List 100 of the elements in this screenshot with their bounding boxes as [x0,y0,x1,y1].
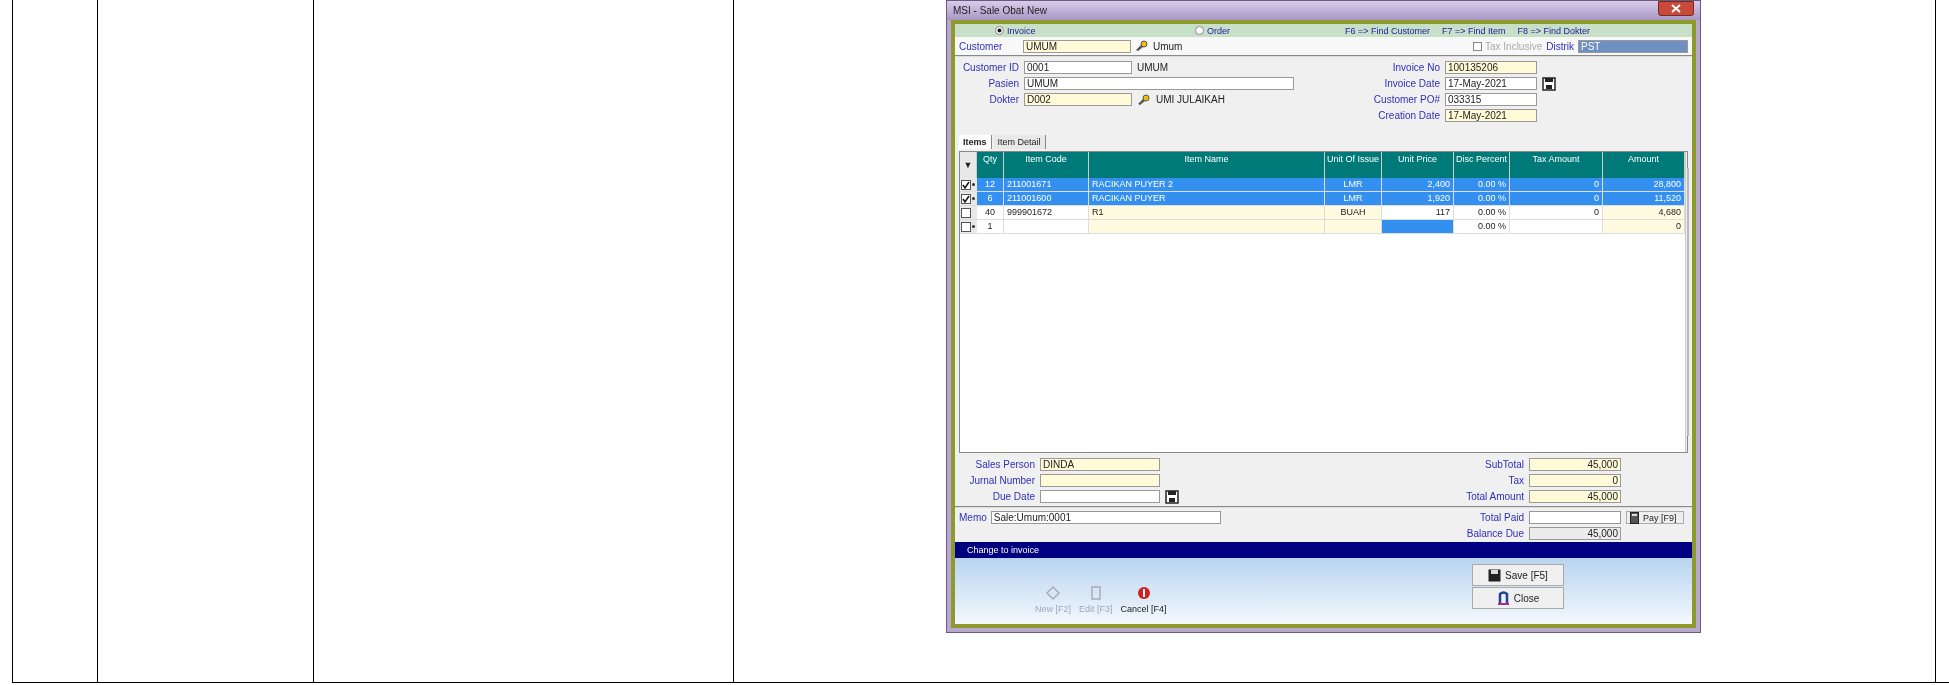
tab[interactable]: Item Detail [993,135,1046,149]
mode-radio[interactable]: Order [1195,25,1345,36]
table-cell: LMR [1325,192,1382,205]
field-label: SubTotal [1484,459,1524,470]
table-cell: RACIKAN PUYER [1089,192,1325,205]
row-header[interactable] [960,206,977,219]
row-marker-icon [972,183,975,186]
table-cell: 4,680 [1603,206,1685,219]
input-field[interactable]: 45,000 [1529,458,1621,471]
field-label: Jurnal Number [968,475,1035,486]
field-label: Customer PO# [1372,94,1440,105]
input-field[interactable]: 0001 [1024,61,1132,74]
input-field[interactable]: UMUM [1024,77,1294,90]
checkbox-icon [1472,41,1482,51]
table-cell: 28,800 [1603,178,1685,191]
pay-button[interactable]: Pay [F9] [1626,511,1684,524]
row-checkbox[interactable] [961,179,971,190]
field-label: Balance Due [1465,528,1524,539]
toolbar-button[interactable]: Cancel [F4] [1120,585,1167,614]
row-checkbox[interactable] [961,207,971,218]
row-marker-icon [972,197,975,200]
scroll-bar[interactable] [1685,152,1687,452]
column-header[interactable]: Item Code [1004,152,1089,178]
table-cell: 0.00 % [1454,192,1510,205]
table-cell: 0 [1510,178,1603,191]
field-label: Memo [959,512,987,523]
input-field[interactable]: 45,000 [1529,527,1621,540]
input-field[interactable]: 45,000 [1529,490,1621,503]
cancel-icon [1135,585,1152,601]
hotkey-hint: F8 => Find Dokter [1517,25,1591,36]
hotkey-hint: F7 => Find Item [1442,25,1506,36]
field-note: UMI JULAIKAH [1156,94,1225,105]
close-button[interactable] [1658,1,1694,16]
column-header[interactable]: Tax Amount [1510,152,1603,178]
row-checkbox[interactable] [961,221,971,232]
row-header[interactable] [960,192,977,205]
field-label: Invoice Date [1383,78,1440,89]
table-cell: 211001600 [1004,192,1089,205]
row-header[interactable] [960,178,977,191]
field-label: Dokter [988,94,1019,105]
input-field[interactable]: D002 [1024,93,1132,106]
close-icon [1671,4,1681,13]
table-cell: 0.00 % [1454,178,1510,191]
save-icon [1488,568,1502,582]
table-cell: 999901672 [1004,206,1089,219]
input-field[interactable]: 033315 [1445,93,1537,106]
table-cell: 211001671 [1004,178,1089,191]
table-cell: 2,400 [1382,178,1454,191]
field-label: Invoice No [1391,62,1440,73]
dialog-button[interactable]: Close [1472,587,1564,609]
input-field[interactable]: 0 [1529,474,1621,487]
door-icon [1496,591,1510,605]
radio-icon [1195,26,1204,35]
memo-field[interactable]: Sale:Umum:0001 [990,511,1221,524]
radio-icon [995,26,1004,35]
calendar-icon[interactable] [1165,489,1179,504]
table-cell: 0 [1510,192,1603,205]
mode-radio[interactable]: Invoice [995,25,1195,36]
table-cell: 1,920 [1382,192,1454,205]
field-label: Total Amount [1465,491,1524,502]
table-cell: RACIKAN PUYER 2 [1089,178,1325,191]
input-field[interactable] [1040,490,1160,503]
field-note: UMUM [1137,62,1169,73]
row-checkbox[interactable] [961,193,971,204]
column-header[interactable]: Amount [1603,152,1685,178]
customer-field[interactable]: UMUM [1023,39,1131,53]
column-header[interactable]: Item Name [1089,152,1325,178]
column-header[interactable]: Unit Of Issue [1325,152,1382,178]
dialog-button[interactable]: Save [F5] [1472,564,1564,586]
column-menu-button[interactable]: ▼ [960,152,977,178]
tab[interactable]: Items [959,135,992,149]
column-header[interactable]: Disc Percent [1454,152,1510,178]
field-label: Sales Person [974,459,1035,470]
status-text: Change to invoice [967,545,1040,555]
row-marker-icon [972,225,975,228]
field-label: Pasien [987,78,1019,89]
input-field[interactable]: DINDA [1040,458,1160,471]
calendar-icon[interactable] [1542,76,1556,91]
row-header[interactable] [960,220,977,233]
input-field[interactable]: 17-May-2021 [1445,109,1537,122]
input-field[interactable]: 100135206 [1445,61,1537,74]
column-header[interactable]: Unit Price [1382,152,1454,178]
field-label: Distrik [1546,40,1574,52]
hotkey-hint: F6 => Find Customer [1345,25,1431,36]
table-cell: R1 [1089,206,1325,219]
column-header[interactable]: Qty [977,152,1004,178]
input-field[interactable]: 17-May-2021 [1445,77,1537,90]
window-title: MSI - Sale Obat New [953,5,1047,16]
field-label: Creation Date [1377,110,1440,121]
table-cell: BUAH [1325,206,1382,219]
lookup-icon[interactable] [1137,93,1151,106]
table-cell: 6 [977,192,1004,205]
input-field[interactable] [1040,474,1160,487]
field-label: Customer ID [961,62,1019,73]
table-cell: LMR [1325,178,1382,191]
table-cell: 11,520 [1603,192,1685,205]
field-label: Customer [959,40,1004,52]
field-label: Due Date [991,491,1035,502]
input-field[interactable] [1529,511,1621,524]
lookup-icon[interactable] [1135,40,1149,52]
